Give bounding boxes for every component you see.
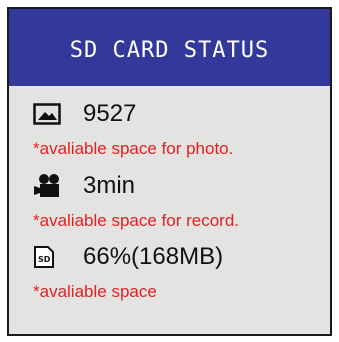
record-space-note: *avaliable space for record. [33,211,240,230]
svg-text:SD: SD [38,255,51,264]
record-time-row: 3min [33,170,135,202]
video-camera-icon [33,173,69,199]
photo-count-row: 9527 [33,98,136,130]
photo-count-value: 9527 [83,100,137,127]
sd-card-status-panel: SD CARD STATUS 9527 *avaliable space for… [7,7,332,336]
sd-usage-value: 66%(168MB) [83,243,224,270]
panel-header: SD CARD STATUS [9,9,330,86]
panel-title: SD CARD STATUS [69,38,270,63]
sd-card-icon: SD [33,244,69,270]
photo-icon [33,101,69,127]
record-time-value: 3min [83,172,136,199]
sd-usage-row: SD 66%(168MB) [33,241,223,273]
photo-space-note: *avaliable space for photo. [33,139,234,158]
sd-space-note: *avaliable space [33,282,157,301]
